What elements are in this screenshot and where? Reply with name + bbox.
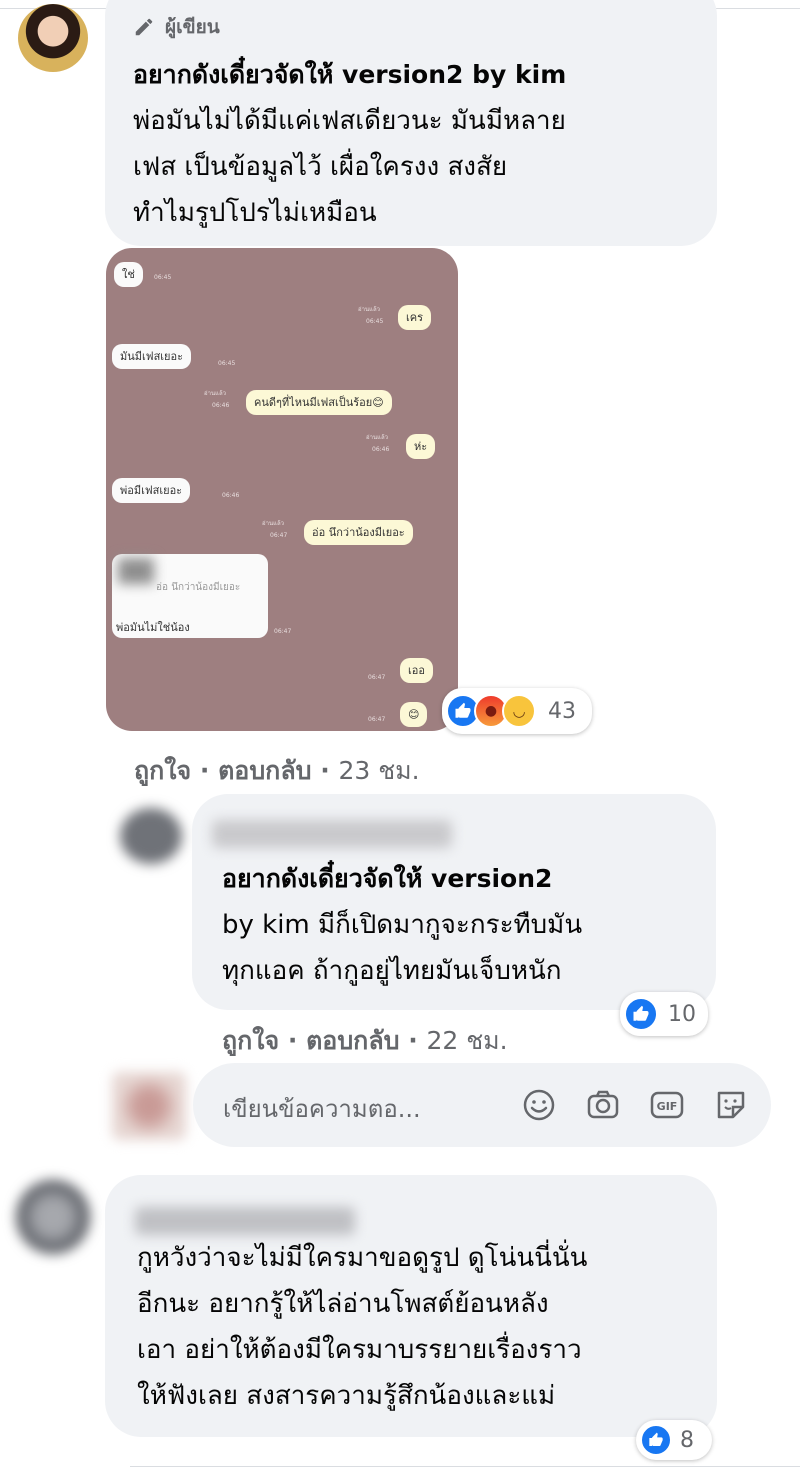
like-link[interactable]: ถูกใจ: [222, 1026, 279, 1055]
separator-dot: ·: [287, 1026, 307, 1055]
sticker-icon[interactable]: [711, 1085, 751, 1125]
chat-timestamp: 06:47: [368, 716, 386, 723]
reply-bubble: อยากดังเดี๋ยวจัดให้ version2 by kim มีก็…: [192, 794, 716, 1010]
comment-line: กูหวังว่าจะไม่มีใครมาขอดูรูป ดูโน่นนี่นั…: [137, 1243, 588, 1273]
chat-read-label: อ่านแล้ว: [262, 520, 284, 527]
emoji-icon[interactable]: [519, 1085, 559, 1125]
comment-line: ทำไมรูปโปรไม่เหมือน: [133, 198, 377, 228]
chat-message: ห่ะ: [406, 434, 436, 459]
comment-actions: ถูกใจ · ตอบกลับ · 23 ชม.: [134, 751, 420, 791]
blurred-author-name: [212, 820, 452, 848]
chat-timestamp: 06:45: [218, 360, 236, 367]
comment-line: พ่อมันไม่ได้มีแค่เฟสเดียวนะ มันมีหลาย: [133, 106, 566, 136]
reply-link[interactable]: ตอบกลับ: [218, 756, 311, 785]
reply-actions: ถูกใจ · ตอบกลับ · 22 ชม.: [222, 1021, 508, 1061]
chat-timestamp: 06:46: [372, 446, 390, 453]
reaction-count: 43: [548, 698, 576, 724]
chat-message: พ่อมีเฟสเยอะ: [112, 478, 191, 503]
like-link[interactable]: ถูกใจ: [134, 756, 191, 785]
chat-timestamp: 06:47: [274, 628, 292, 635]
chat-timestamp: 06:45: [366, 318, 384, 325]
separator-dot: ·: [199, 756, 219, 785]
pencil-icon: [135, 18, 153, 36]
comment-body: กูหวังว่าจะไม่มีใครมาขอดูรูป ดูโน่นนี่นั…: [137, 1235, 707, 1419]
comment-time[interactable]: 22 ชม.: [426, 1026, 507, 1055]
comment-line: ให้ฟังเลย สงสารความรู้สึกน้องและแม่: [137, 1381, 556, 1411]
author-badge-label: ผู้เขียน: [165, 16, 220, 38]
comment-bubble: ผู้เขียน อยากดังเดี๋ยวจัดให้ version2 by…: [105, 0, 717, 246]
comment-author[interactable]: อยากดังเดี๋ยวจัดให้ version2 by kim: [133, 52, 703, 98]
separator-dot: ·: [408, 1026, 427, 1055]
bottom-divider: [130, 1466, 800, 1467]
comment-input-placeholder[interactable]: เขียนข้อความตอ...: [223, 1089, 421, 1128]
haha-icon: ◡: [502, 694, 536, 728]
chat-read-label: อ่านแล้ว: [358, 306, 380, 313]
comment-line: อีกนะ อยากรู้ให้ไล่อ่านโพสต์ย้อนหลัง: [137, 1289, 549, 1319]
like-icon: [640, 1424, 672, 1456]
gif-icon[interactable]: GIF: [647, 1085, 687, 1125]
chat-message: มันมีเฟสเยอะ: [112, 344, 192, 369]
chat-timestamp: 06:45: [154, 274, 172, 281]
blurred-avatar: [118, 558, 154, 584]
chat-message: ใช่: [114, 262, 143, 287]
comment-body: อยากดังเดี๋ยวจัดให้ version2 by kim พ่อม…: [133, 52, 703, 236]
comment-author[interactable]: อยากดังเดี๋ยวจัดให้ version2: [222, 856, 702, 902]
chat-timestamp: 06:46: [212, 402, 230, 409]
comment-line: เอา อย่าให้ต้องมีใครมาบรรยายเรื่องราว: [137, 1335, 582, 1365]
chat-message: เออ: [400, 658, 433, 683]
comment-line: เฟส เป็นข้อมูลไว้ เผื่อใครงง สงสัย: [133, 152, 508, 182]
chat-read-label: อ่านแล้ว: [204, 390, 226, 397]
reaction-summary[interactable]: 10: [620, 992, 708, 1036]
chat-timestamp: 06:47: [368, 674, 386, 681]
avatar[interactable]: [18, 4, 88, 72]
chat-timestamp: 06:46: [222, 492, 240, 499]
reaction-summary[interactable]: 8: [636, 1420, 712, 1460]
chat-message: 😊: [400, 702, 428, 727]
reaction-summary[interactable]: ● ◡ 43: [442, 688, 592, 734]
blurred-author-name: [135, 1207, 355, 1235]
chat-read-label: อ่านแล้ว: [366, 434, 388, 441]
avatar[interactable]: [16, 1180, 90, 1254]
reaction-count: 10: [668, 1001, 696, 1027]
chat-reply-message: อ่อ นึกว่าน้องมีเยอะ พ่อมันไม่ใช่น้อง: [112, 554, 268, 638]
like-icon: [624, 997, 658, 1031]
chat-message: คนดีๆที่ไหนมีเฟสเป็นร้อย😊: [246, 390, 392, 415]
avatar[interactable]: [120, 808, 182, 864]
reaction-count: 8: [680, 1427, 694, 1453]
comment-line: by kim มีก็เปิดมากูจะกระทืบมัน: [222, 910, 583, 940]
reply-link[interactable]: ตอบกลับ: [306, 1026, 399, 1055]
chat-timestamp: 06:47: [270, 532, 288, 539]
comment-bubble: กูหวังว่าจะไม่มีใครมาขอดูรูป ดูโน่นนี่นั…: [105, 1175, 717, 1437]
comment-line: ทุกแอค ถ้ากูอยู่ไทยมันเจ็บหนัก: [222, 956, 562, 986]
chat-message: อ่อ นึกว่าน้องมีเยอะ: [304, 520, 413, 545]
chat-screenshot-image[interactable]: ใช่ 06:45 อ่านแล้ว 06:45 เคร มันมีเฟสเยอ…: [106, 248, 458, 731]
comment-time[interactable]: 23 ชม.: [338, 756, 419, 785]
chat-message: พ่อมันไม่ใช่น้อง: [116, 621, 190, 634]
reply-body: อยากดังเดี๋ยวจัดให้ version2 by kim มีก็…: [222, 856, 702, 994]
separator-dot: ·: [320, 756, 339, 785]
camera-icon[interactable]: [583, 1085, 623, 1125]
avatar: [112, 1072, 186, 1140]
svg-text:GIF: GIF: [657, 1100, 678, 1113]
author-badge: ผู้เขียน: [133, 12, 220, 42]
chat-message: เคร: [398, 305, 432, 330]
quoted-message: อ่อ นึกว่าน้องมีเยอะ: [156, 582, 241, 593]
reply-composer[interactable]: เขียนข้อความตอ... GIF: [193, 1063, 771, 1147]
